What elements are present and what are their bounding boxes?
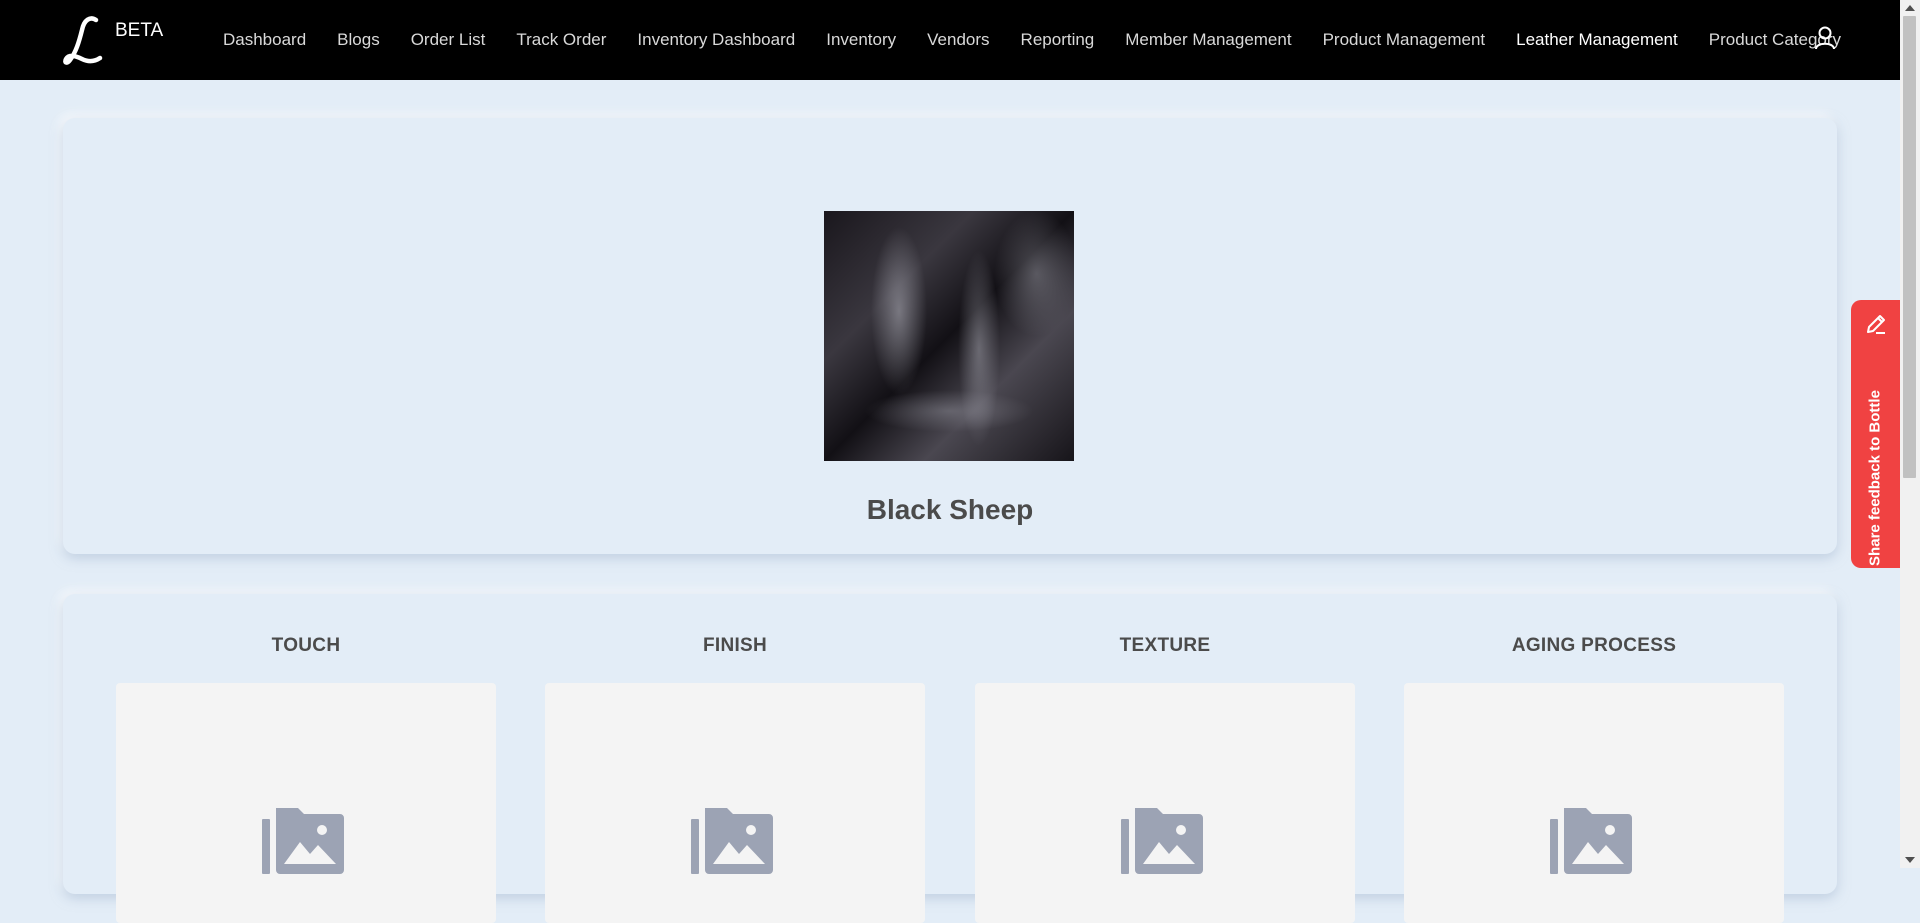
image-folder-icon bbox=[262, 808, 344, 874]
beta-badge: BETA bbox=[115, 20, 164, 41]
property-title: AGING PROCESS bbox=[1511, 635, 1677, 656]
image-folder-icon bbox=[1550, 808, 1632, 874]
nav-item-blogs[interactable]: Blogs bbox=[337, 30, 380, 50]
nav-item-reporting[interactable]: Reporting bbox=[1021, 30, 1095, 50]
nav-item-leather-management[interactable]: Leather Management bbox=[1516, 30, 1678, 50]
nav-item-inventory-dashboard[interactable]: Inventory Dashboard bbox=[637, 30, 795, 50]
property-title: TEXTURE bbox=[1119, 635, 1211, 656]
leather-image bbox=[824, 211, 1074, 461]
property-image-box[interactable] bbox=[1404, 683, 1784, 923]
nav-item-order-list[interactable]: Order List bbox=[411, 30, 486, 50]
nav-item-dashboard[interactable]: Dashboard bbox=[223, 30, 306, 50]
image-folder-icon bbox=[1121, 808, 1203, 874]
leather-hero-card: Black Sheep bbox=[63, 118, 1837, 554]
scroll-thumb[interactable] bbox=[1903, 16, 1916, 478]
user-icon[interactable] bbox=[1814, 26, 1836, 55]
nav-item-inventory[interactable]: Inventory bbox=[826, 30, 896, 50]
nav-item-vendors[interactable]: Vendors bbox=[927, 30, 989, 50]
top-navbar: BETA Dashboard Blogs Order List Track Or… bbox=[0, 0, 1900, 80]
nav-item-member-management[interactable]: Member Management bbox=[1125, 30, 1291, 50]
leather-name: Black Sheep bbox=[866, 494, 1034, 525]
property-image-box[interactable] bbox=[975, 683, 1355, 923]
vertical-scrollbar[interactable] bbox=[1900, 0, 1920, 868]
leather-properties-card: TOUCH FINISH TEXTURE AGING PROCESS bbox=[63, 594, 1837, 923]
property-image-box[interactable] bbox=[545, 683, 925, 923]
image-folder-icon bbox=[691, 808, 773, 874]
brand-logo[interactable]: BETA bbox=[62, 14, 163, 66]
pen-icon bbox=[1867, 315, 1885, 334]
feedback-button[interactable]: Share feedback to Bottle bbox=[1851, 300, 1900, 568]
nav-item-product-management[interactable]: Product Management bbox=[1323, 30, 1486, 50]
property-title: TOUCH bbox=[271, 635, 341, 656]
property-title: FINISH bbox=[702, 635, 768, 656]
nav-menu: Dashboard Blogs Order List Track Order I… bbox=[223, 0, 1872, 80]
logo-l-icon bbox=[63, 16, 103, 65]
property-image-box[interactable] bbox=[116, 683, 496, 923]
nav-item-track-order[interactable]: Track Order bbox=[516, 30, 606, 50]
scroll-down-arrow-icon[interactable] bbox=[1905, 857, 1915, 863]
scroll-up-arrow-icon[interactable] bbox=[1905, 5, 1915, 11]
feedback-label: Share feedback to Bottle bbox=[1866, 390, 1884, 566]
